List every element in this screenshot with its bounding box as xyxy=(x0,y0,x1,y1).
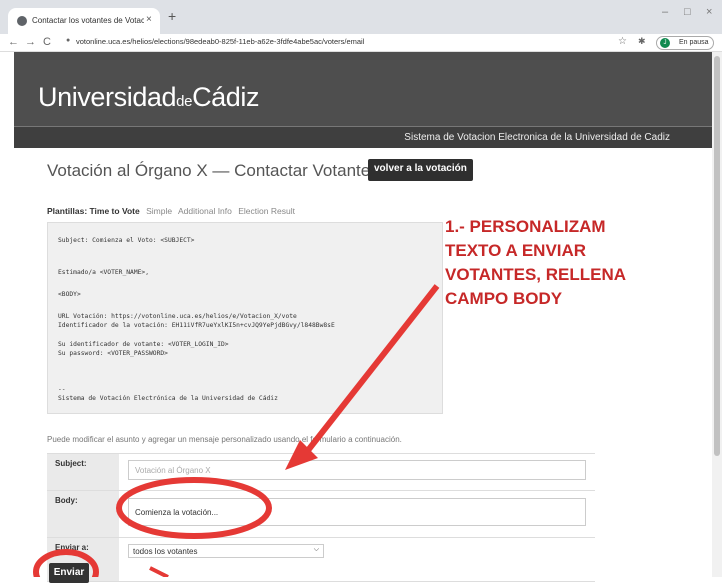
body-highlight-ellipse xyxy=(116,477,272,539)
annotation-arrow-secondary xyxy=(149,566,169,577)
annotation-overlay xyxy=(33,284,440,577)
annotation-arrow xyxy=(299,284,440,460)
send-highlight-ellipse xyxy=(33,549,99,577)
